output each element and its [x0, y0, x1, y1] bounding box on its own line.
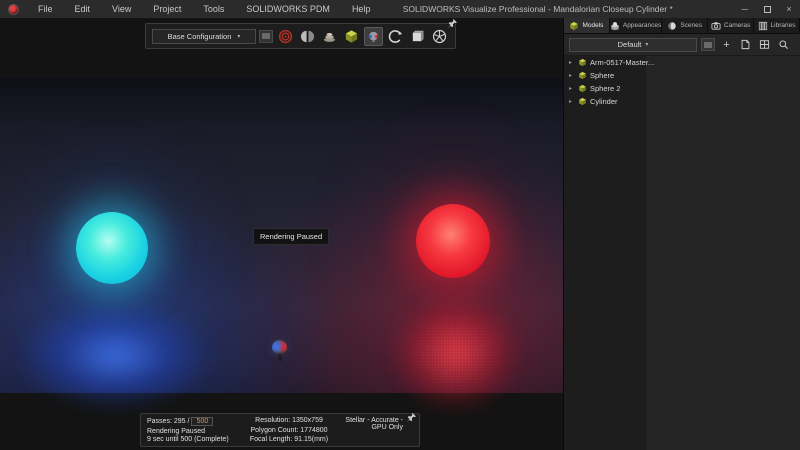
- models-cube-icon: [570, 21, 579, 30]
- preset-preview-button[interactable]: [701, 38, 715, 51]
- render-queue-icon[interactable]: [320, 27, 339, 46]
- part-cube-icon: [579, 97, 586, 106]
- blue-floor-glow: [18, 300, 213, 412]
- expand-arrow-icon[interactable]: ▸: [569, 72, 575, 79]
- palette-panel: Models Appearances Scenes Cameras Librar…: [563, 18, 800, 450]
- render-toolbar: Base Configuration ▾: [145, 19, 457, 49]
- menu-file[interactable]: File: [27, 4, 64, 14]
- titlebar: File Edit View Project Tools SOLIDWORKS …: [0, 0, 800, 18]
- figure-base: [278, 354, 282, 361]
- tab-libraries[interactable]: Libraries: [754, 18, 800, 33]
- focal-length-label: Focal Length: 91.15(mm): [249, 436, 329, 443]
- duplicate-icon[interactable]: [738, 37, 753, 52]
- tab-scenes[interactable]: Scenes: [662, 18, 709, 33]
- menu-edit[interactable]: Edit: [64, 4, 102, 14]
- status-info-column: Resolution: 1350x759 Polygon Count: 1774…: [243, 417, 335, 443]
- libraries-icon: [758, 21, 767, 30]
- expand-arrow-icon[interactable]: ▸: [569, 59, 575, 66]
- render-mode-label: Stellar - Accurate - GPU Only: [345, 417, 403, 431]
- pin-icon[interactable]: [406, 412, 417, 423]
- polygon-count-label: Polygon Count: 1774800: [250, 426, 328, 434]
- compare-split-icon[interactable]: [298, 27, 317, 46]
- expand-arrow-icon[interactable]: ▸: [569, 85, 575, 92]
- scenes-icon: [668, 21, 677, 30]
- grid-view-icon[interactable]: [757, 37, 772, 52]
- tree-item-cylinder[interactable]: ▸ Cylinder: [564, 95, 800, 108]
- add-model-button[interactable]: +: [719, 37, 734, 52]
- restore-icon[interactable]: [756, 0, 778, 18]
- appearances-icon: [611, 21, 619, 30]
- preset-dropdown[interactable]: Default ▾: [569, 37, 697, 52]
- rendering-paused-badge: Rendering Paused: [253, 228, 330, 245]
- mandalorian-figure-model: [272, 340, 287, 355]
- configuration-preview-button[interactable]: [259, 29, 273, 43]
- viewport-3d[interactable]: Rendering Paused Base Configuration ▾ Pa…: [0, 18, 563, 450]
- render-noise: [398, 300, 513, 406]
- window-title: SOLIDWORKS Visualize Professional - Mand…: [402, 4, 673, 14]
- chevron-down-icon: ▾: [237, 33, 241, 40]
- passes-label: Passes: 295 /: [147, 418, 190, 425]
- menu-project[interactable]: Project: [142, 4, 192, 14]
- part-cube-icon: [579, 58, 586, 67]
- menu-solidworks-pdm[interactable]: SOLIDWORKS PDM: [235, 4, 341, 14]
- render-state-label: Rendering Paused: [147, 427, 205, 435]
- tab-appearances[interactable]: Appearances: [609, 18, 663, 33]
- cameras-icon: [711, 21, 721, 30]
- status-passes-column: Passes: 295 / 500 Rendering Paused 9 sec…: [147, 417, 243, 443]
- tab-models[interactable]: Models: [564, 18, 610, 33]
- minimize-icon[interactable]: ─: [734, 0, 756, 18]
- palette-tabbar: Models Appearances Scenes Cameras Librar…: [564, 18, 800, 34]
- part-cube-icon: [579, 84, 586, 93]
- app-logo-icon: [8, 3, 19, 15]
- expand-arrow-icon[interactable]: ▸: [569, 98, 575, 105]
- tree-item-arm-0517-master[interactable]: ▸ Arm-0517-Master...: [564, 56, 800, 69]
- resolution-label: Resolution: 1350x759: [255, 417, 323, 424]
- tree-item-sphere[interactable]: ▸ Sphere: [564, 69, 800, 82]
- menu-bar: File Edit View Project Tools SOLIDWORKS …: [27, 4, 381, 14]
- search-icon[interactable]: [776, 37, 791, 52]
- app-window: File Edit View Project Tools SOLIDWORKS …: [0, 0, 800, 450]
- configuration-dropdown[interactable]: Base Configuration ▾: [152, 28, 256, 44]
- cyan-sphere-model: [76, 212, 148, 284]
- camera-effects-icon[interactable]: [430, 27, 449, 46]
- menu-view[interactable]: View: [101, 4, 142, 14]
- close-icon[interactable]: ×: [778, 0, 800, 18]
- render-icon[interactable]: [276, 27, 295, 46]
- turntable-icon[interactable]: [386, 27, 405, 46]
- window-controls: ─ ×: [734, 0, 800, 18]
- models-toolbar: Default ▾ +: [564, 34, 800, 56]
- chevron-down-icon: ▾: [645, 42, 649, 48]
- configuration-dropdown-value: Base Configuration: [167, 31, 232, 41]
- denoiser-icon[interactable]: [364, 26, 383, 46]
- model-set-icon[interactable]: [342, 27, 361, 46]
- pin-icon[interactable]: [447, 18, 458, 29]
- preset-dropdown-value: Default: [617, 40, 642, 49]
- menu-tools[interactable]: Tools: [192, 4, 235, 14]
- tab-cameras[interactable]: Cameras: [708, 18, 755, 33]
- render-eta-label: 9 sec until 500 (Complete): [147, 436, 229, 443]
- red-sphere-model: [416, 204, 490, 278]
- passes-limit-input[interactable]: 500: [191, 417, 214, 426]
- model-tree: ▸ Arm-0517-Master... ▸ Sphere ▸ Sphere 2…: [564, 56, 800, 450]
- menu-help[interactable]: Help: [341, 4, 382, 14]
- tree-item-sphere-2[interactable]: ▸ Sphere 2: [564, 82, 800, 95]
- render-status-panel: Passes: 295 / 500 Rendering Paused 9 sec…: [140, 413, 420, 447]
- part-cube-icon: [579, 71, 586, 80]
- snapshot-icon[interactable]: [408, 27, 427, 46]
